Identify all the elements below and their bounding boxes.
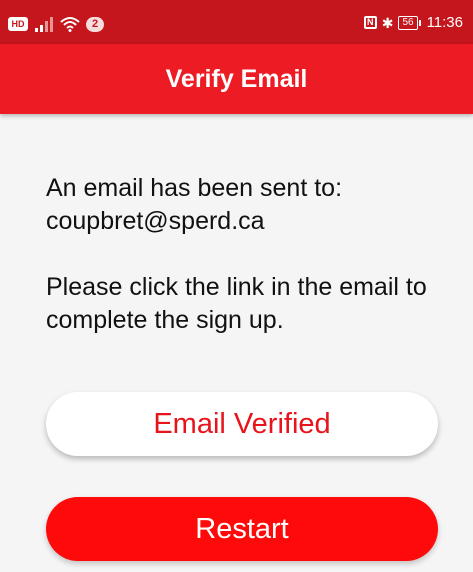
- status-bar-right: N ✱ 56 11:36: [363, 14, 463, 31]
- email-verified-button[interactable]: Email Verified: [46, 392, 438, 456]
- restart-button[interactable]: Restart: [46, 497, 438, 561]
- signal-icon: [35, 17, 53, 32]
- nfc-icon: N: [363, 16, 377, 29]
- status-bar-left: HD 2: [8, 16, 105, 32]
- notification-count-badge: 2: [86, 16, 105, 32]
- message-sent-line: An email has been sent to:: [46, 174, 343, 202]
- app-bar: Verify Email: [0, 44, 473, 114]
- status-bar: HD 2 N ✱ 56 11:36: [0, 0, 473, 44]
- page-title: Verify Email: [165, 65, 308, 93]
- message-instructions: Please click the link in the email to co…: [46, 273, 427, 334]
- battery-icon: 56: [398, 15, 421, 30]
- bluetooth-icon: ✱: [381, 14, 394, 31]
- recipient-email: coupbret@sperd.ca: [46, 207, 265, 235]
- wifi-icon: [60, 17, 80, 32]
- status-time: 11:36: [426, 14, 463, 31]
- hd-icon: HD: [8, 17, 28, 31]
- verification-message: An email has been sent to: coupbret@sper…: [46, 172, 451, 337]
